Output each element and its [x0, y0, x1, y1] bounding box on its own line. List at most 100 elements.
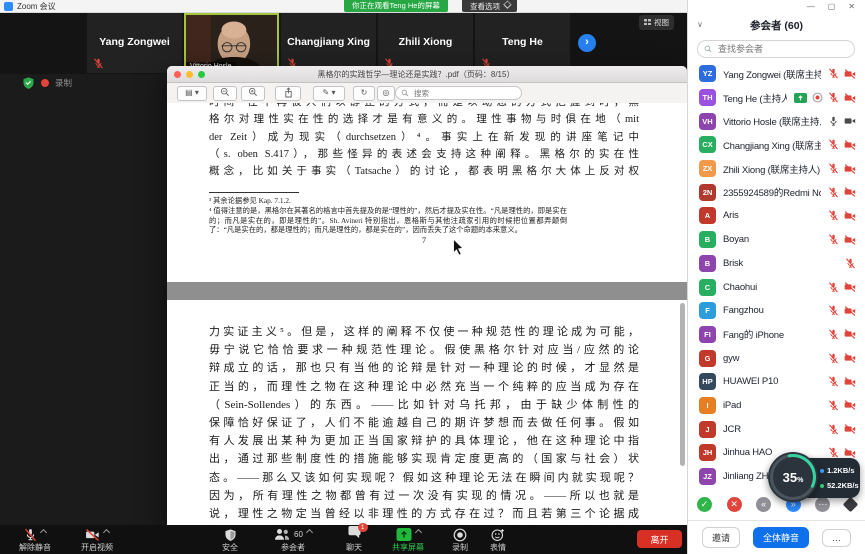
mute-all-button[interactable]: 全体静音 — [753, 527, 809, 548]
mic-muted-icon — [828, 139, 839, 150]
participant-row[interactable]: CChaohui — [688, 275, 865, 299]
participant-row[interactable]: B Brisk — [688, 252, 865, 276]
mic-muted-icon — [828, 92, 839, 103]
pdf-search-input[interactable] — [412, 88, 496, 99]
participant-name: Chaohui — [723, 282, 821, 293]
avatar: CX — [699, 136, 716, 153]
participant-row[interactable]: AAris — [688, 204, 865, 228]
participant-row[interactable]: FFangzhou — [688, 299, 865, 323]
participant-name: JCR — [723, 424, 821, 435]
mic-muted-icon — [828, 305, 839, 316]
invite-button[interactable]: 邀请 — [702, 527, 740, 548]
chevron-up-icon[interactable] — [306, 529, 313, 536]
participants-count: 60 — [294, 530, 303, 539]
participant-row[interactable]: BBoyan — [688, 228, 865, 252]
document-text-line: 出，通过那些制度性的措施能够实现肯定度更高的（国家与社会）状 — [209, 450, 639, 468]
maximize-panel-button[interactable]: ▢ — [828, 2, 836, 11]
leave-meeting-button[interactable]: 离开 — [637, 530, 682, 548]
document-text-line: 有人发展出某种为更加正当国家辩护的具体理论，他在这种理论中指 — [209, 432, 639, 450]
chevron-up-icon[interactable] — [103, 529, 110, 536]
yes-reaction-icon[interactable]: ✓ — [697, 497, 712, 512]
grid-view-icon — [644, 19, 651, 25]
pdf-window-titlebar[interactable]: 黑格尔的实践哲学—理论还是实践？.pdf（页码：8/15） — [167, 66, 687, 83]
participant-row[interactable]: IiPad — [688, 394, 865, 418]
pdf-preview-window: 黑格尔的实践哲学—理论还是实践？.pdf（页码：8/15） ▤ ▾ ✎ ▾ ↻ … — [167, 66, 687, 525]
view-layout-button[interactable]: 视图 — [639, 15, 674, 30]
participant-row[interactable]: JJCR — [688, 417, 865, 441]
participant-row[interactable]: Ggyw — [688, 346, 865, 370]
recording-dot-icon[interactable] — [41, 79, 49, 87]
download-speed: 52.2KB/s — [827, 481, 859, 490]
security-button[interactable]: 安全 — [206, 527, 254, 553]
unmute-button[interactable]: 解除静音 — [4, 527, 66, 553]
participant-row[interactable]: HPHUAWEI P10 — [688, 370, 865, 394]
highlight-circle-button[interactable]: ◎ — [377, 86, 395, 101]
participant-status-icons — [828, 68, 856, 79]
chevron-up-icon[interactable] — [40, 529, 47, 536]
mic-muted-icon — [828, 187, 839, 198]
video-tile[interactable]: Changjiang Xing — [281, 13, 376, 73]
participant-search-box[interactable] — [697, 40, 855, 58]
reactions-button[interactable]: 表情 — [478, 527, 518, 553]
camera-off-icon — [844, 377, 856, 387]
pdf-search-field[interactable] — [395, 86, 522, 100]
participant-row[interactable]: VHVittorio Hosle (联席主持人) — [688, 109, 865, 133]
network-monitor-widget[interactable]: 1.2KB/s 52.2KB/s 35% — [768, 450, 863, 506]
close-window-icon[interactable] — [174, 71, 181, 78]
tile-name-label: Yang Zongwei — [87, 36, 182, 48]
share-screen-button[interactable]: 共享屏幕 — [376, 527, 440, 553]
participants-button[interactable]: 60 参会者 — [258, 527, 328, 553]
chevron-up-icon[interactable] — [414, 529, 421, 536]
zoom-out-button[interactable] — [213, 86, 237, 101]
share-export-button[interactable] — [275, 86, 301, 101]
sidebar-view-button[interactable]: ▤ ▾ — [177, 86, 207, 101]
participant-row[interactable]: CXChangjiang Xing (联席主持人) — [688, 133, 865, 157]
camera-off-icon — [844, 211, 856, 221]
record-button[interactable]: 录制 — [440, 527, 480, 553]
close-panel-button[interactable]: ✕ — [848, 2, 855, 11]
chat-button[interactable]: 1 聊天 — [334, 527, 374, 553]
participant-name: Aris — [723, 210, 821, 221]
no-reaction-icon[interactable]: ✕ — [727, 497, 742, 512]
magnifier-minus-icon — [220, 87, 230, 97]
start-video-button[interactable]: 开启视频 — [66, 527, 128, 553]
participant-row[interactable]: FIFang的 iPhone — [688, 323, 865, 347]
watching-screen-banner: 你正在观看Teng He的屏幕 — [344, 0, 448, 12]
participant-name: Brisk — [723, 258, 838, 269]
participant-row[interactable]: YZYang Zongwei (联席主持人, 我) — [688, 62, 865, 86]
participant-row[interactable]: ZXZhili Xiong (联席主持人) — [688, 157, 865, 181]
pdf-scrollbar[interactable] — [680, 303, 685, 466]
avatar: 2N — [699, 184, 716, 201]
video-tile[interactable]: Vittorio Hosle — [184, 13, 279, 73]
participant-search-input[interactable] — [716, 43, 848, 55]
minimize-window-icon[interactable] — [186, 71, 193, 78]
rotate-button[interactable]: ↻ — [353, 86, 375, 101]
avatar: HP — [699, 373, 716, 390]
participant-name: Vittorio Hosle (联席主持人) — [723, 114, 821, 128]
maximize-window-icon[interactable] — [198, 71, 205, 78]
avatar: B — [699, 255, 716, 272]
bottom-toolbar: 解除静音 开启视频 安全 60 参会者 1 聊天 共享屏幕 录制 表情 — [0, 525, 688, 554]
participant-row[interactable]: THTeng He (主持人) — [688, 86, 865, 110]
participant-status-icons — [845, 258, 856, 269]
pdf-document-area[interactable]: 时间”往不再被人们以静止的方式，而是以动态的方式把握到时，黑格尔对理性实在性的选… — [167, 103, 687, 525]
avatar: ZX — [699, 160, 716, 177]
next-participants-button[interactable]: › — [578, 34, 596, 52]
participant-status-icons — [828, 139, 856, 150]
mic-muted-icon — [828, 163, 839, 174]
minimize-panel-button[interactable]: — — [807, 2, 815, 11]
participant-name: Yang Zongwei (联席主持人, 我) — [723, 67, 821, 81]
mic-muted-icon — [828, 376, 839, 387]
page-number: 7 — [209, 235, 639, 245]
upload-dot-icon — [820, 469, 824, 473]
video-tile[interactable]: Yang Zongwei — [87, 13, 182, 73]
video-tile[interactable]: Zhili Xiong — [378, 13, 473, 73]
markup-pen-button[interactable]: ✎ ▾ — [313, 86, 345, 101]
view-options-button[interactable]: 查看选项 — [462, 0, 517, 12]
participant-status-icons — [828, 210, 856, 221]
video-tile[interactable]: Teng He — [475, 13, 570, 73]
zoom-in-button[interactable] — [241, 86, 265, 101]
pdf-window-title: 黑格尔的实践哲学—理论还是实践？.pdf（页码：8/15） — [205, 69, 687, 80]
participant-row[interactable]: 2N2355924589的Redmi Note 7 Pro — [688, 180, 865, 204]
more-options-button[interactable]: … — [822, 529, 851, 547]
